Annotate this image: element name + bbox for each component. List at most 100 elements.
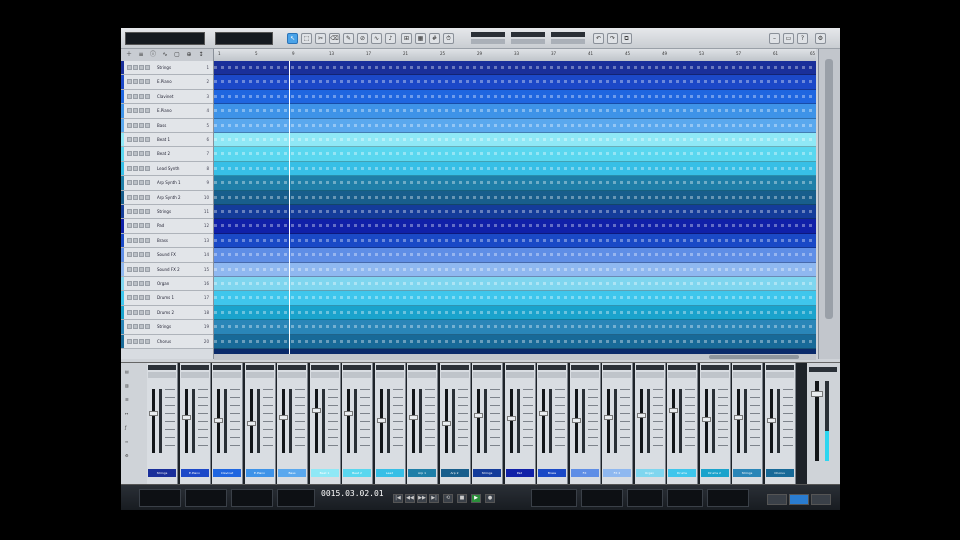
solo-button[interactable]	[133, 252, 138, 258]
track-lane[interactable]	[214, 219, 816, 234]
channel-name-label[interactable]: Strings	[733, 469, 761, 477]
timebase-icon[interactable]: ⏱	[443, 33, 454, 44]
channel-input-select[interactable]	[473, 365, 501, 370]
channel-fader[interactable]	[181, 414, 191, 420]
mute-button[interactable]	[127, 252, 132, 258]
mute-button[interactable]	[127, 122, 132, 128]
channel-input-select[interactable]	[408, 365, 436, 370]
vertical-scroll-thumb[interactable]	[825, 59, 833, 319]
solo-button[interactable]	[133, 79, 138, 85]
arrange-view[interactable]	[214, 61, 816, 354]
channel-fader[interactable]	[539, 410, 548, 416]
channel-name-label[interactable]: E.Piano	[180, 469, 209, 477]
paint-tool-icon[interactable]: ✎	[343, 33, 354, 44]
track-header[interactable]: Bass 5	[121, 118, 213, 133]
solo-button[interactable]	[133, 295, 138, 301]
track-header[interactable]: Organ 16	[121, 277, 213, 292]
channel-fader[interactable]	[506, 415, 516, 421]
automation-icon[interactable]: ∿	[161, 51, 169, 59]
help-icon[interactable]: ?	[797, 33, 808, 44]
track-header[interactable]: Arp Synth 2 10	[121, 190, 213, 205]
track-header[interactable]: Chorus 20	[121, 334, 213, 349]
channel-insert-slot[interactable]	[343, 372, 371, 378]
track-height-icon[interactable]: ↕	[197, 51, 205, 59]
mixer-settings-icon[interactable]: ⚙	[125, 453, 141, 458]
track-lane[interactable]	[214, 176, 816, 191]
channel-insert-slot[interactable]	[635, 372, 664, 378]
channel-fader[interactable]	[214, 417, 223, 423]
loop-range-display[interactable]	[531, 489, 577, 507]
channel-insert-slot[interactable]	[375, 372, 404, 378]
play-icon[interactable]: ▶	[471, 494, 481, 503]
playhead-cursor[interactable]	[289, 61, 290, 354]
track-header[interactable]: Sound FX 2 15	[121, 262, 213, 277]
signature-display[interactable]	[667, 489, 703, 507]
listen-tool-icon[interactable]: ♪	[385, 33, 396, 44]
channel-fader[interactable]	[441, 421, 451, 426]
mixer-outputs-icon[interactable]: ▥	[125, 383, 141, 388]
monitor-button[interactable]	[145, 165, 150, 171]
mute-button[interactable]	[127, 151, 132, 157]
metronome-display[interactable]	[581, 489, 623, 507]
track-lane[interactable]	[214, 320, 816, 335]
channel-fader[interactable]	[149, 411, 158, 417]
track-lane[interactable]	[214, 147, 816, 162]
channel-insert-slot[interactable]	[505, 372, 534, 378]
track-header[interactable]: E.Piano 2	[121, 75, 213, 90]
channel-name-label[interactable]: Pad	[505, 469, 534, 477]
song-name-display[interactable]	[125, 32, 205, 45]
tempo-display[interactable]	[627, 489, 663, 507]
redo-icon[interactable]: ↷	[607, 33, 618, 44]
channel-input-select[interactable]	[148, 365, 176, 370]
channel-name-label[interactable]: Brass	[538, 469, 566, 477]
track-lane[interactable]	[214, 205, 816, 220]
track-lane[interactable]	[214, 133, 816, 148]
monitor-button[interactable]	[145, 151, 150, 157]
folder-icon[interactable]: ▢	[173, 51, 181, 59]
monitor-button[interactable]	[145, 180, 150, 186]
channel-fader[interactable]	[766, 417, 776, 423]
channel-name-label[interactable]: Strings	[473, 469, 501, 477]
channel-insert-slot[interactable]	[408, 372, 436, 378]
solo-button[interactable]	[133, 180, 138, 186]
record-arm-button[interactable]	[139, 237, 144, 243]
channel-insert-slot[interactable]	[310, 372, 339, 378]
solo-button[interactable]	[133, 122, 138, 128]
monitor-button[interactable]	[145, 93, 150, 99]
channel-name-label[interactable]: Chorus	[765, 469, 794, 477]
channel-name-label[interactable]: Drums 2	[700, 469, 729, 477]
solo-button[interactable]	[133, 165, 138, 171]
channel-name-label[interactable]: FX 2	[603, 469, 631, 477]
channel-insert-slot[interactable]	[213, 372, 241, 378]
channel-input-select[interactable]	[245, 365, 274, 370]
record-arm-button[interactable]	[139, 281, 144, 286]
track-lane[interactable]	[214, 190, 816, 205]
channel-insert-slot[interactable]	[733, 372, 761, 378]
track-header[interactable]: Lead Synth 8	[121, 161, 213, 177]
track-header[interactable]: Strings 19	[121, 320, 213, 335]
mute-button[interactable]	[127, 137, 132, 142]
record-arm-button[interactable]	[139, 180, 144, 186]
snap-icon[interactable]: ⊞	[401, 33, 412, 44]
channel-fader[interactable]	[344, 411, 353, 417]
snap-display[interactable]	[551, 32, 585, 37]
channel-name-label[interactable]: E.Piano	[245, 469, 274, 477]
rewind-icon[interactable]: ◀◀	[405, 494, 415, 503]
record-arm-button[interactable]	[139, 93, 144, 99]
channel-insert-slot[interactable]	[473, 372, 501, 378]
vertical-scrollbar[interactable]	[818, 49, 840, 359]
solo-button[interactable]	[133, 237, 138, 243]
track-lane[interactable]	[214, 262, 816, 277]
channel-fader[interactable]	[734, 414, 743, 420]
channel-insert-slot[interactable]	[700, 372, 729, 378]
channel-fader[interactable]	[571, 418, 581, 424]
mix-view-tab[interactable]	[789, 494, 809, 505]
channel-name-label[interactable]: Bass	[278, 469, 306, 477]
undo-icon[interactable]: ↶	[593, 33, 604, 44]
track-lane[interactable]	[214, 233, 816, 249]
timebase-display[interactable]	[511, 32, 545, 37]
track-lane[interactable]	[214, 104, 816, 119]
monitor-button[interactable]	[145, 338, 150, 344]
channel-name-label[interactable]: Lead	[375, 469, 404, 477]
restore-icon[interactable]: ▭	[783, 33, 794, 44]
